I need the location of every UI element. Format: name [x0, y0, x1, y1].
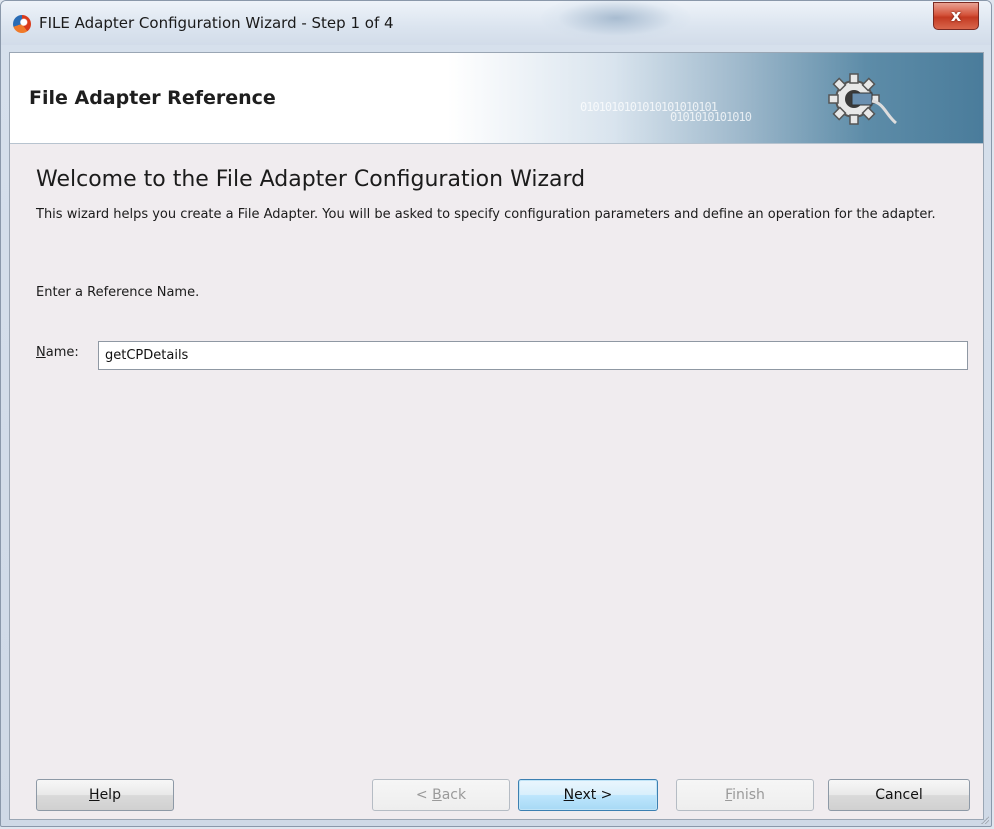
name-label-rest: ame: — [45, 345, 79, 360]
wizard-window: FILE Adapter Configuration Wizard - Step… — [0, 0, 992, 827]
resize-grip-icon[interactable] — [979, 814, 989, 824]
back-mnemonic: B — [432, 787, 442, 803]
wizard-banner: File Adapter Reference 01010101010101010… — [10, 53, 983, 144]
wizard-description: This wizard helps you create a File Adap… — [36, 207, 936, 222]
help-mnemonic: H — [89, 787, 100, 803]
welcome-heading: Welcome to the File Adapter Configuratio… — [36, 167, 586, 192]
help-label-rest: elp — [99, 787, 121, 803]
back-button[interactable]: < Back — [372, 779, 510, 811]
name-label: Name: — [36, 345, 79, 360]
help-button[interactable]: Help — [36, 779, 174, 811]
title-bar-reflection — [541, 1, 691, 41]
name-label-mnemonic: N — [36, 345, 46, 360]
reference-name-prompt: Enter a Reference Name. — [36, 285, 200, 300]
wizard-client-area: File Adapter Reference 01010101010101010… — [9, 52, 984, 820]
close-icon: x — [950, 6, 962, 25]
window-title: FILE Adapter Configuration Wizard - Step… — [39, 14, 394, 32]
back-prefix: < — [415, 787, 433, 803]
back-label-rest: ack — [441, 787, 467, 803]
finish-button[interactable]: Finish — [676, 779, 814, 811]
gear-plug-icon — [828, 73, 897, 125]
cancel-button[interactable]: Cancel — [828, 779, 970, 811]
next-button[interactable]: Next > — [518, 779, 658, 811]
title-bar[interactable]: FILE Adapter Configuration Wizard - Step… — [1, 1, 991, 45]
close-window-button[interactable]: x — [933, 2, 979, 30]
oracle-app-icon — [13, 15, 31, 33]
banner-title: File Adapter Reference — [29, 87, 276, 109]
reference-name-input[interactable] — [98, 341, 968, 370]
next-mnemonic: N — [563, 787, 575, 803]
banner-binary-decoration-2: 0101010101010 — [670, 110, 752, 124]
finish-label-rest: inish — [732, 787, 765, 803]
next-label-rest: ext > — [574, 787, 613, 803]
